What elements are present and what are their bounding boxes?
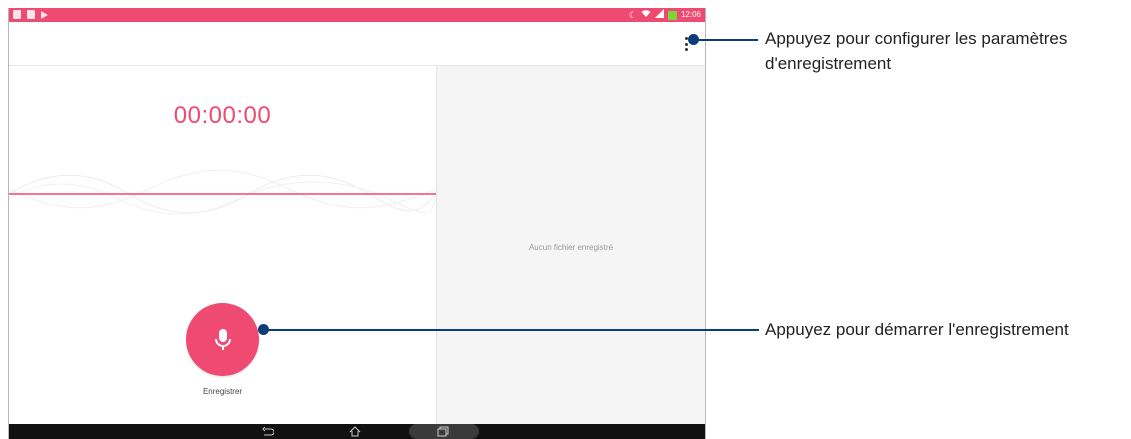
record-callout-line [266, 329, 759, 331]
home-icon[interactable] [349, 426, 361, 437]
signal-icon [654, 9, 664, 21]
tablet-screen: ☾ 12:06 00:00:00 Enregistrer Aucun fichi… [8, 8, 706, 439]
status-bar: ☾ 12:06 [9, 8, 705, 22]
app-bar [9, 22, 705, 66]
recordings-pane: Aucun fichier enregistré [437, 66, 705, 424]
record-callout-text: Appuyez pour démarrer l'enregistrement [765, 320, 1069, 339]
settings-callout-line [696, 39, 758, 41]
shield-icon [27, 10, 35, 19]
image-icon [13, 10, 21, 19]
record-button[interactable] [186, 303, 259, 376]
navigation-bar [9, 424, 705, 439]
back-icon[interactable] [262, 426, 274, 437]
waveform [9, 169, 436, 215]
recents-icon[interactable] [437, 426, 449, 437]
empty-recordings-message: Aucun fichier enregistré [528, 243, 614, 252]
record-label: Enregistrer [202, 387, 243, 396]
microphone-icon [214, 328, 231, 350]
status-time: 12:06 [680, 10, 701, 19]
battery-charging-icon [667, 10, 677, 20]
wifi-icon [641, 9, 651, 21]
play-icon [41, 10, 48, 19]
recording-timer: 00:00:00 [173, 102, 272, 129]
settings-callout-text: Appuyez pour configurer les paramètres d… [765, 29, 1068, 73]
recorder-pane: 00:00:00 Enregistrer [9, 66, 437, 424]
moon-icon: ☾ [628, 10, 637, 20]
